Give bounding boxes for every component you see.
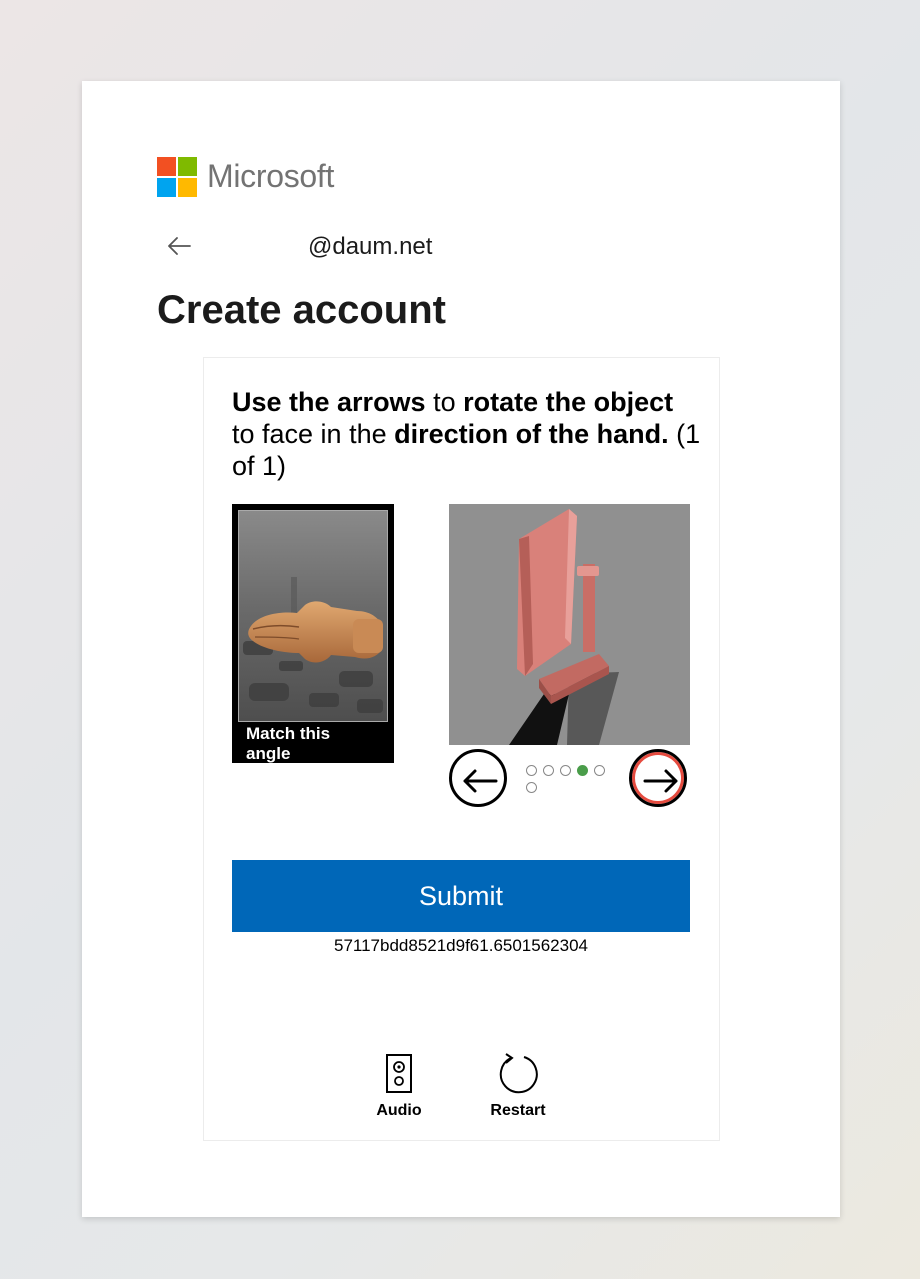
microsoft-logo: Microsoft (157, 156, 334, 197)
submit-button[interactable]: Submit (232, 860, 690, 932)
reference-label: Match this angle (246, 724, 331, 763)
position-dot (577, 765, 588, 776)
brand-name: Microsoft (207, 158, 335, 194)
reference-hand-image (238, 510, 388, 722)
rotatable-object-image (449, 504, 690, 745)
arrow-right-icon (643, 769, 678, 793)
instruction-bold-rotate: rotate the object (463, 387, 674, 417)
restart-icon (499, 1053, 538, 1094)
account-identity: @daum.net (308, 233, 433, 260)
identity-row: @daum.net (157, 229, 757, 265)
page-title: Create account (157, 288, 446, 332)
audio-button[interactable]: Audio (364, 1053, 434, 1120)
captcha-challenge: Use the arrows to rotate the object to f… (203, 357, 720, 1141)
back-arrow-icon[interactable] (163, 230, 195, 262)
position-dot (526, 765, 537, 776)
instruction-text-face: to face in the (232, 419, 395, 449)
restart-label: Restart (490, 1102, 546, 1119)
speaker-icon (386, 1054, 412, 1093)
position-dot (594, 765, 605, 776)
audio-label: Audio (376, 1102, 422, 1119)
reference-image-panel: Match this angle (232, 504, 394, 763)
signup-card: Microsoft @daum.net Create account Use t… (82, 81, 840, 1217)
instruction-text-to: to (425, 387, 464, 417)
instruction-bold-direction: direction of the hand. (394, 419, 669, 449)
position-dot (543, 765, 554, 776)
instruction-bold-arrows: Use the arrows (232, 387, 426, 417)
position-dot (560, 765, 571, 776)
arrow-left-icon (463, 769, 498, 793)
microsoft-logo-icon (157, 156, 197, 197)
restart-button[interactable]: Restart (483, 1053, 553, 1120)
next-orientation-button[interactable] (629, 749, 687, 807)
position-dot (526, 782, 537, 793)
session-id: 57117bdd8521d9f61.6501562304 (333, 936, 588, 955)
previous-orientation-button[interactable] (449, 749, 507, 807)
challenge-instructions: Use the arrows to rotate the object to f… (232, 386, 702, 482)
